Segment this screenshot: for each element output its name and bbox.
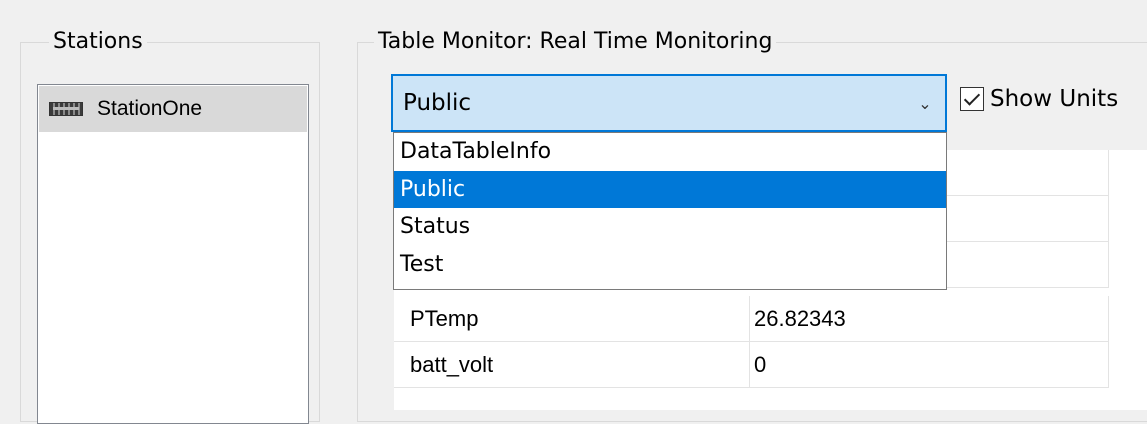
dropdown-option-datatableinfo[interactable]: DataTableInfo — [394, 133, 946, 171]
field-name-cell: PTemp — [394, 296, 750, 342]
show-units-checkbox[interactable]: Show Units — [960, 86, 1118, 112]
table-row[interactable]: batt_volt 0 — [394, 342, 1109, 388]
datalogger-icon — [49, 102, 83, 116]
table-select-value: Public — [403, 90, 472, 116]
station-item-label: StationOne — [97, 97, 203, 120]
table-select-dropdown[interactable]: DataTableInfo Public Status Test — [393, 132, 947, 290]
dropdown-option-public[interactable]: Public — [394, 170, 946, 208]
chevron-down-icon[interactable]: ⌄ — [905, 94, 945, 113]
stations-group-title: Stations — [49, 29, 147, 55]
dropdown-option-test[interactable]: Test — [394, 246, 946, 284]
field-value-cell: 26.82343 — [750, 296, 1109, 342]
checkbox-checked-icon[interactable] — [960, 87, 984, 111]
field-value-cell: 0 — [750, 342, 1109, 388]
station-item-stationone[interactable]: StationOne — [39, 86, 307, 132]
table-select-combobox[interactable]: Public ⌄ — [391, 74, 947, 132]
table-monitor-group-title: Table Monitor: Real Time Monitoring — [374, 29, 777, 55]
stations-list[interactable]: StationOne — [37, 84, 309, 424]
show-units-label: Show Units — [990, 86, 1119, 112]
dropdown-option-status[interactable]: Status — [394, 208, 946, 246]
table-row[interactable]: PTemp 26.82343 — [394, 296, 1109, 342]
field-name-cell: batt_volt — [394, 342, 750, 388]
